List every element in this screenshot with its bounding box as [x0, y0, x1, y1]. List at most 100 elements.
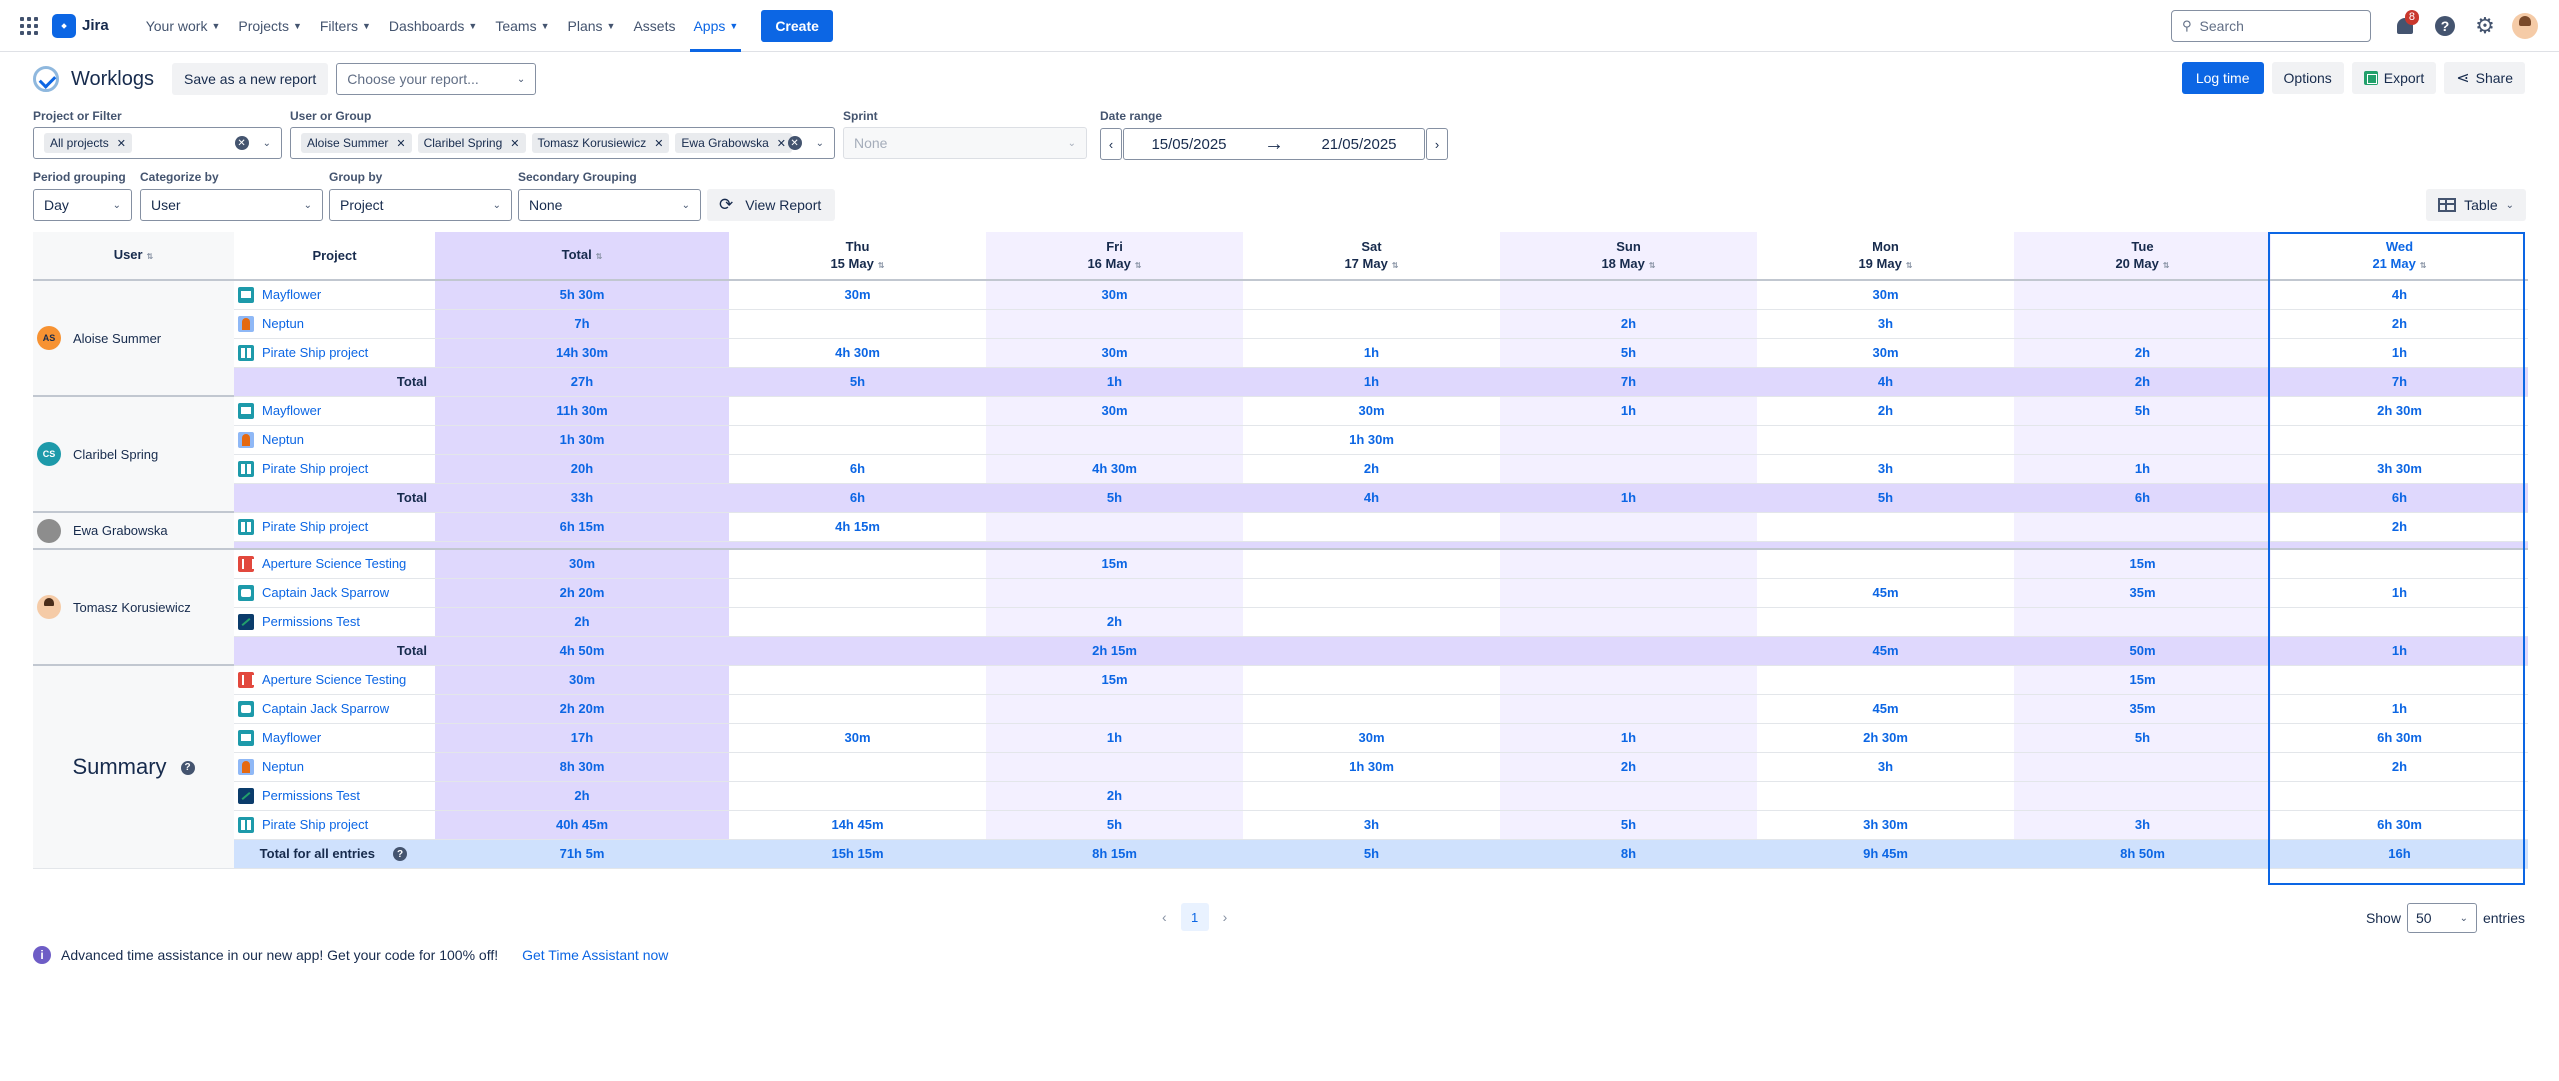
period-grouping-select[interactable]: Day ⌄	[33, 189, 132, 221]
col-header-total[interactable]: Total ⇅	[435, 232, 729, 281]
project-link[interactable]: Neptun	[238, 315, 435, 332]
secondary-grouping-select[interactable]: None ⌄	[518, 189, 701, 221]
log-time-button[interactable]: Log time	[2181, 62, 2264, 94]
total-cell[interactable]: 40h 45m	[435, 810, 729, 840]
project-link[interactable]: Pirate Ship project	[238, 816, 435, 833]
date-prev-button[interactable]: ‹	[1100, 128, 1122, 160]
day-cell[interactable]: 45m	[1757, 636, 2014, 666]
day-cell[interactable]	[2014, 512, 2271, 542]
day-cell[interactable]	[1500, 280, 1757, 310]
day-cell[interactable]: 2h	[2014, 338, 2271, 368]
day-cell[interactable]: 5h	[1500, 338, 1757, 368]
day-cell[interactable]: 3h 30m	[1757, 810, 2014, 840]
day-cell[interactable]	[2014, 752, 2271, 782]
categorize-by-select[interactable]: User ⌄	[140, 189, 323, 221]
day-cell[interactable]: 5h	[729, 367, 986, 397]
project-link[interactable]: Pirate Ship project	[238, 344, 435, 361]
day-cell[interactable]: 3h	[1243, 810, 1500, 840]
close-icon[interactable]: ✕	[777, 137, 786, 150]
total-cell[interactable]: 27h	[435, 367, 729, 397]
notifications-button[interactable]: 8	[2385, 6, 2425, 46]
app-switcher-icon[interactable]	[20, 16, 38, 35]
day-cell[interactable]: 2h 30m	[1757, 723, 2014, 753]
day-cell[interactable]	[1500, 694, 1757, 724]
day-cell[interactable]	[729, 578, 986, 608]
day-cell[interactable]: 2h	[986, 607, 1243, 637]
day-cell[interactable]: 5h	[2014, 396, 2271, 426]
close-icon[interactable]: ✕	[510, 137, 519, 150]
grand-day-cell[interactable]: 16h	[2271, 839, 2528, 869]
day-cell[interactable]: 30m	[729, 723, 986, 753]
day-cell[interactable]: 2h	[1757, 396, 2014, 426]
day-cell[interactable]	[1757, 607, 2014, 637]
day-cell[interactable]	[2271, 425, 2528, 455]
day-cell[interactable]: 15m	[986, 549, 1243, 579]
date-next-button[interactable]: ›	[1426, 128, 1448, 160]
create-button[interactable]: Create	[761, 9, 833, 42]
day-cell[interactable]	[986, 425, 1243, 455]
day-cell[interactable]: 1h	[1500, 723, 1757, 753]
date-range-picker[interactable]: 15/05/2025 → 21/05/2025	[1123, 128, 1425, 160]
chevron-right-icon[interactable]: ›	[1223, 909, 1228, 925]
group-by-select[interactable]: Project ⌄	[329, 189, 512, 221]
settings-button[interactable]: ⚙	[2465, 6, 2505, 46]
total-cell[interactable]: 5h 30m	[435, 280, 729, 310]
help-icon[interactable]: ?	[180, 760, 195, 775]
day-cell[interactable]	[1500, 607, 1757, 637]
day-cell[interactable]: 7h	[2271, 367, 2528, 397]
day-cell[interactable]	[2271, 665, 2528, 695]
col-header-day[interactable]: Sun 18 May ⇅	[1500, 232, 1757, 281]
col-header-day-selected[interactable]: Wed 21 May ⇅	[2271, 232, 2528, 281]
day-cell[interactable]: 1h	[986, 367, 1243, 397]
day-cell[interactable]: 14h 45m	[729, 810, 986, 840]
day-cell[interactable]: 30m	[1757, 338, 2014, 368]
day-cell[interactable]: 45m	[1757, 578, 2014, 608]
project-link[interactable]: Aperture Science Testing	[238, 555, 435, 572]
day-cell[interactable]: 3h	[1757, 454, 2014, 484]
day-cell[interactable]	[1757, 549, 2014, 579]
day-cell[interactable]	[1500, 781, 1757, 811]
project-link[interactable]: Mayflower	[238, 729, 435, 746]
day-cell[interactable]: 4h	[2271, 280, 2528, 310]
grand-day-cell[interactable]: 8h	[1500, 839, 1757, 869]
nav-projects[interactable]: Projects ▼	[229, 0, 311, 52]
nav-teams[interactable]: Teams ▼	[486, 0, 558, 52]
day-cell[interactable]	[986, 578, 1243, 608]
day-cell[interactable]	[1243, 280, 1500, 310]
day-cell[interactable]: 3h	[1757, 752, 2014, 782]
view-mode-select[interactable]: Table ⌄	[2426, 189, 2526, 221]
day-cell[interactable]	[1243, 636, 1500, 666]
day-cell[interactable]: 2h	[2271, 512, 2528, 542]
day-cell[interactable]: 30m	[1243, 723, 1500, 753]
day-cell[interactable]	[729, 694, 986, 724]
day-cell[interactable]: 4h 30m	[986, 454, 1243, 484]
day-cell[interactable]: 1h 30m	[1243, 425, 1500, 455]
day-cell[interactable]: 1h	[2271, 694, 2528, 724]
day-cell[interactable]: 6h	[729, 454, 986, 484]
day-cell[interactable]: 5h	[2014, 723, 2271, 753]
choose-report-select[interactable]: Choose your report... ⌄	[336, 63, 537, 95]
day-cell[interactable]: 2h	[986, 781, 1243, 811]
day-cell[interactable]: 2h	[1500, 752, 1757, 782]
nav-dashboards[interactable]: Dashboards ▼	[380, 0, 486, 52]
day-cell[interactable]: 3h	[1757, 309, 2014, 339]
day-cell[interactable]: 15m	[2014, 549, 2271, 579]
nav-assets[interactable]: Assets	[624, 0, 684, 52]
day-cell[interactable]	[1243, 607, 1500, 637]
day-cell[interactable]	[2271, 781, 2528, 811]
nav-filters[interactable]: Filters ▼	[311, 0, 380, 52]
day-cell[interactable]: 7h	[1500, 367, 1757, 397]
day-cell[interactable]: 1h	[1500, 396, 1757, 426]
grand-total-cell[interactable]: 71h 5m	[435, 839, 729, 869]
profile-button[interactable]	[2505, 6, 2545, 46]
day-cell[interactable]	[729, 549, 986, 579]
day-cell[interactable]: 2h	[2014, 367, 2271, 397]
day-cell[interactable]: 30m	[1757, 280, 2014, 310]
day-cell[interactable]	[1757, 425, 2014, 455]
day-cell[interactable]: 1h	[2271, 338, 2528, 368]
day-cell[interactable]: 1h	[1243, 367, 1500, 397]
day-cell[interactable]: 35m	[2014, 578, 2271, 608]
grand-day-cell[interactable]: 15h 15m	[729, 839, 986, 869]
col-header-day[interactable]: Sat 17 May ⇅	[1243, 232, 1500, 281]
user-name[interactable]: Tomasz Korusiewicz	[73, 600, 191, 615]
